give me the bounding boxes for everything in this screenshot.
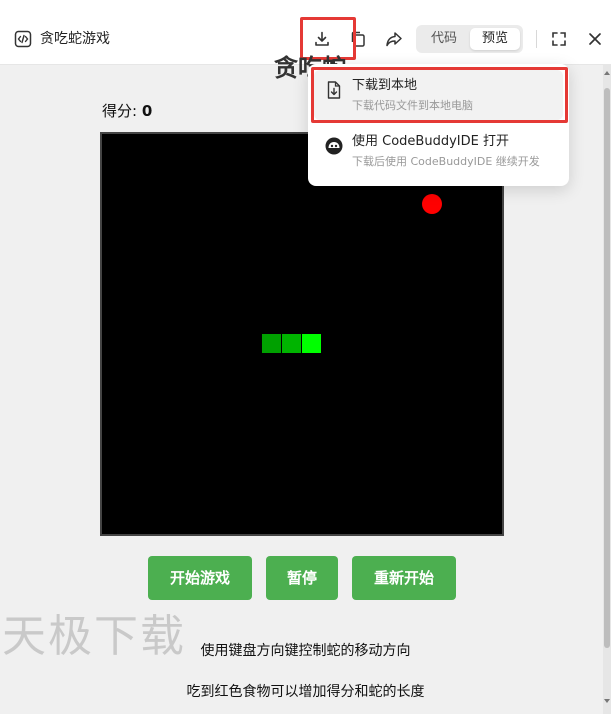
tab-preview[interactable]: 预览	[470, 28, 520, 50]
close-button[interactable]	[584, 28, 606, 50]
view-toggle: 代码 预览	[416, 25, 523, 53]
game-board[interactable]	[100, 132, 504, 536]
score-value: 0	[141, 102, 153, 120]
codebuddy-icon	[325, 137, 343, 155]
snake-segment	[262, 334, 281, 353]
fullscreen-button[interactable]	[548, 28, 570, 50]
start-game-button[interactable]: 开始游戏	[148, 556, 252, 600]
window-title: 贪吃蛇游戏	[40, 31, 110, 47]
tab-code[interactable]: 代码	[419, 28, 469, 50]
share-icon	[386, 32, 402, 47]
snake-head	[302, 334, 321, 353]
code-file-icon	[14, 30, 32, 48]
instruction-line: 吃到红色食物可以增加得分和蛇的长度	[186, 684, 425, 700]
toolbar-divider	[536, 30, 537, 48]
menu-item-label: 使用 CodeBuddyIDE 打开	[352, 134, 509, 149]
menu-item-description: 下载后使用 CodeBuddyIDE 继续开发	[352, 155, 540, 168]
close-icon	[589, 33, 601, 45]
menu-item-highlight-box	[311, 67, 568, 123]
scrollbar-thumb[interactable]	[604, 88, 610, 648]
pause-button[interactable]: 暂停	[266, 556, 338, 600]
restart-button[interactable]: 重新开始	[352, 556, 456, 600]
food-dot	[422, 194, 442, 214]
scroll-up-arrow-icon[interactable]	[603, 66, 611, 80]
instruction-line: 使用键盘方向键控制蛇的移动方向	[200, 643, 411, 659]
score-label: 得分:	[102, 102, 142, 120]
menu-item-open-codebuddy[interactable]: 使用 CodeBuddyIDE 打开 下载后使用 CodeBuddyIDE 继续…	[314, 126, 563, 176]
score-display: 得分: 0	[102, 101, 152, 121]
fullscreen-icon	[552, 32, 566, 46]
snake-segment	[282, 334, 301, 353]
share-button[interactable]	[383, 28, 405, 50]
scroll-down-arrow-icon[interactable]	[603, 694, 611, 708]
